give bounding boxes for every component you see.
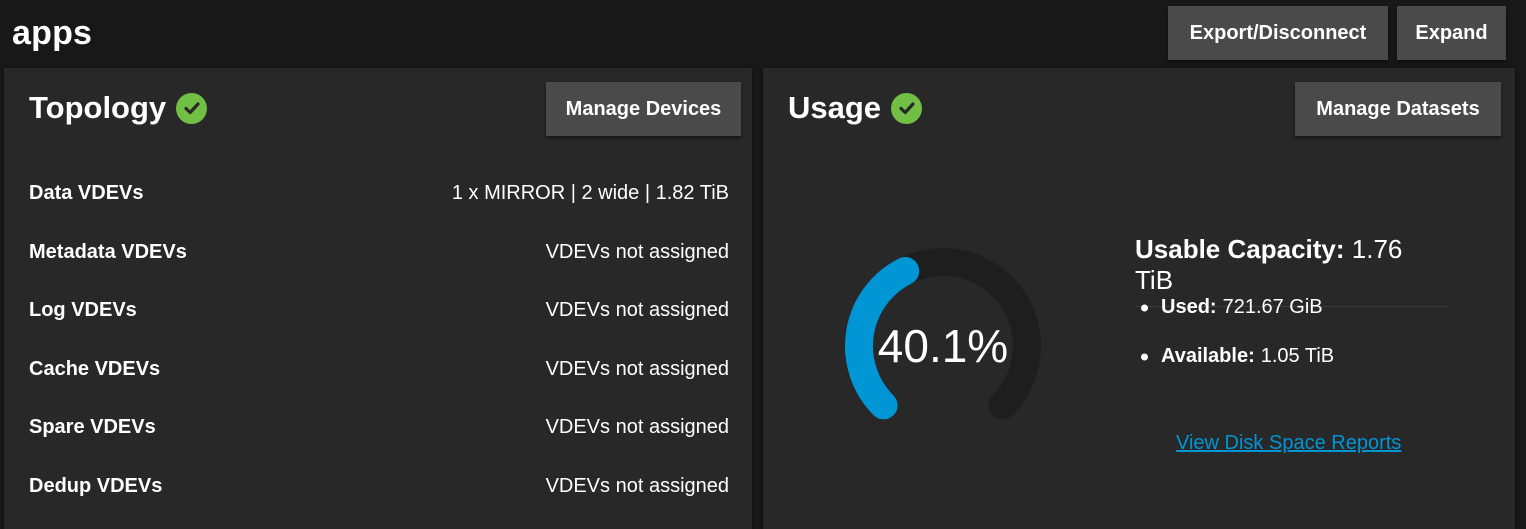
vdev-label: Data VDEVs bbox=[29, 181, 144, 204]
vdev-row-log: Log VDEVs VDEVs not assigned bbox=[29, 295, 729, 325]
vdev-value: VDEVs not assigned bbox=[545, 298, 729, 321]
vdev-value: 1 x MIRROR | 2 wide | 1.82 TiB bbox=[451, 181, 729, 204]
pool-dashboard: apps Export/Disconnect Expand Topology M… bbox=[0, 0, 1526, 529]
check-circle-icon bbox=[176, 92, 208, 124]
used-value: 721.67 GiB bbox=[1222, 296, 1323, 318]
pool-title: apps bbox=[12, 14, 93, 52]
vdev-value: VDEVs not assigned bbox=[545, 357, 729, 380]
available-label: Available: bbox=[1161, 345, 1255, 367]
vdev-label: Spare VDEVs bbox=[29, 415, 156, 438]
used-item: Used: 721.67 GiB bbox=[1141, 296, 1323, 319]
usage-percent: 40.1% bbox=[877, 320, 1009, 372]
vdev-row-spare: Spare VDEVs VDEVs not assigned bbox=[29, 412, 729, 442]
manage-devices-button[interactable]: Manage Devices bbox=[546, 82, 741, 136]
check-circle-icon bbox=[891, 92, 923, 124]
vdev-label: Dedup VDEVs bbox=[29, 474, 163, 497]
expand-button[interactable]: Expand bbox=[1397, 6, 1506, 60]
bullet-icon bbox=[1141, 304, 1148, 311]
vdev-value: VDEVs not assigned bbox=[545, 474, 729, 497]
vdev-row-metadata: Metadata VDEVs VDEVs not assigned bbox=[29, 237, 729, 267]
vdev-row-cache: Cache VDEVs VDEVs not assigned bbox=[29, 354, 729, 384]
export-disconnect-button[interactable]: Export/Disconnect bbox=[1168, 6, 1388, 60]
vdev-row-dedup: Dedup VDEVs VDEVs not assigned bbox=[29, 471, 729, 501]
topology-card: Topology Manage Devices Data VDEVs 1 x M… bbox=[4, 68, 752, 529]
manage-datasets-button[interactable]: Manage Datasets bbox=[1295, 82, 1501, 136]
vdev-value: VDEVs not assigned bbox=[545, 240, 729, 263]
vdev-label: Metadata VDEVs bbox=[29, 240, 187, 263]
vdev-row-data: Data VDEVs 1 x MIRROR | 2 wide | 1.82 Ti… bbox=[29, 178, 729, 208]
topology-title: Topology bbox=[29, 90, 167, 125]
vdev-value: VDEVs not assigned bbox=[545, 415, 729, 438]
bullet-icon bbox=[1141, 353, 1148, 360]
used-label: Used: bbox=[1161, 296, 1217, 318]
usage-header: Usage bbox=[788, 90, 923, 126]
topology-header: Topology bbox=[29, 90, 208, 126]
usage-title: Usage bbox=[788, 90, 882, 125]
usable-capacity-label: Usable Capacity: bbox=[1135, 234, 1345, 264]
vdev-label: Log VDEVs bbox=[29, 298, 137, 321]
available-value: 1.05 TiB bbox=[1260, 345, 1335, 367]
available-item: Available: 1.05 TiB bbox=[1141, 345, 1335, 368]
view-disk-space-reports-link[interactable]: View Disk Space Reports bbox=[1176, 432, 1401, 455]
usage-card: Usage Manage Datasets 40.1% Usable Capac… bbox=[763, 68, 1515, 529]
vdev-label: Cache VDEVs bbox=[29, 357, 161, 380]
